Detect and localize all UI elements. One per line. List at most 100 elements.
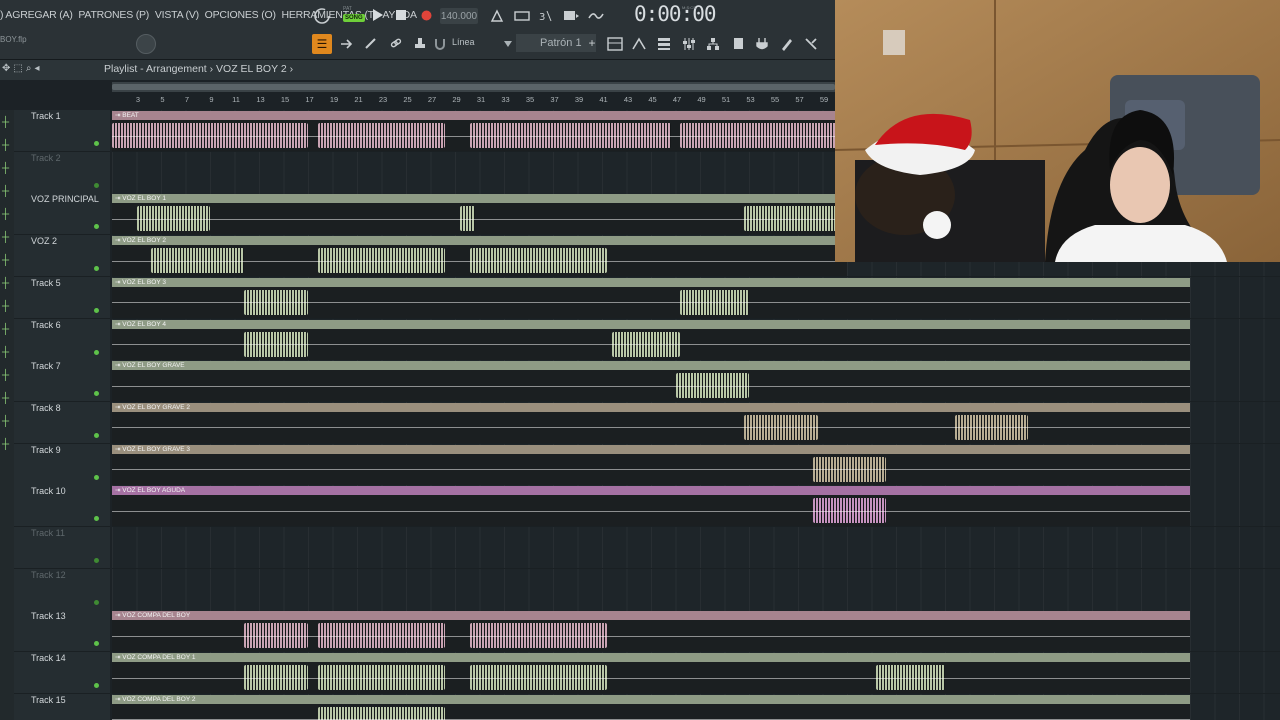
channel-rack-icon[interactable] (606, 36, 624, 52)
audio-clip[interactable]: ⇥ VOZ EL BOY GRAVE 2 (112, 402, 1190, 443)
track-header[interactable]: VOZ PRINCIPAL (14, 193, 110, 236)
track-header[interactable]: Track 6 (14, 318, 110, 361)
audio-clip[interactable]: ⇥ VOZ EL BOY 1 (112, 194, 847, 235)
slice-tool-icon[interactable] (802, 36, 820, 52)
track-name[interactable]: VOZ PRINCIPAL (31, 194, 99, 204)
track-header[interactable]: Track 12 (14, 568, 110, 611)
stamp-icon[interactable] (413, 36, 427, 50)
audio-clip[interactable]: ⇥ VOZ EL BOY 2 (112, 236, 847, 277)
track-mute-led[interactable] (94, 558, 99, 563)
pat-song-toggle[interactable]: PAT SONG (343, 6, 365, 24)
track-header[interactable]: Track 8 (14, 401, 110, 444)
move-icon[interactable]: ✥ (2, 63, 13, 74)
track-lane[interactable]: ⇥ VOZ EL BOY GRAVE 3 (112, 443, 1280, 486)
track-header[interactable]: Track 11 (14, 527, 110, 569)
audio-clip[interactable]: ⇥ VOZ EL BOY 4 (112, 319, 1190, 360)
audio-clip[interactable]: ⇥ VOZ EL BOY GRAVE 3 (112, 444, 1190, 485)
track-header[interactable]: Track 5 (14, 276, 110, 319)
track-name[interactable]: Track 6 (31, 320, 61, 330)
stop-button[interactable] (393, 7, 409, 23)
track-name[interactable]: Track 14 (31, 653, 66, 663)
audio-clip[interactable]: ⇥ VOZ EL BOY 3 (112, 277, 1190, 318)
audio-clip[interactable]: ⇥ BEAT (112, 111, 847, 151)
audio-clip[interactable]: ⇥ VOZ EL BOY AGUDA (112, 486, 1190, 527)
track-lane[interactable]: ⇥ VOZ EL BOY GRAVE (112, 360, 1280, 403)
track-name[interactable]: Track 2 (31, 153, 61, 163)
track-mute-led[interactable] (94, 349, 99, 355)
track-mute-led[interactable] (94, 266, 99, 272)
track-name[interactable]: Track 13 (31, 611, 66, 621)
master-volume-knob[interactable] (136, 34, 156, 54)
track-lane[interactable]: ⇥ VOZ EL BOY GRAVE 2 (112, 401, 1280, 444)
loop-record-icon[interactable] (312, 6, 332, 26)
track-lane[interactable]: ⇥ VOZ EL BOY 4 (112, 318, 1280, 361)
track-name[interactable]: Track 7 (31, 361, 61, 371)
copy-icon[interactable] (729, 36, 747, 52)
track-name[interactable]: Track 11 (31, 528, 65, 538)
menu-vista[interactable]: VISTA (V) (155, 9, 199, 21)
pattern-selector[interactable]: Patrón 1 (516, 34, 596, 52)
metronome-icon[interactable] (488, 8, 506, 24)
track-mute-led[interactable] (94, 474, 99, 480)
piano-roll-icon[interactable] (630, 36, 648, 52)
track-header[interactable]: Track 14 (14, 652, 110, 695)
chevron-down-icon[interactable] (503, 38, 513, 50)
browser-icon[interactable] (655, 36, 673, 52)
track-mute-led[interactable] (94, 683, 99, 689)
track-header[interactable]: Track 9 (14, 443, 110, 486)
select-icon[interactable]: ⬚ (13, 63, 25, 74)
track-mute-led[interactable] (94, 307, 99, 313)
track-header[interactable]: Track 13 (14, 610, 110, 653)
track-name[interactable]: VOZ 2 (31, 236, 57, 246)
track-header[interactable]: Track 1 (14, 110, 110, 152)
track-name[interactable]: Track 8 (31, 403, 61, 413)
track-mute-led[interactable] (94, 182, 99, 188)
arrow-right-icon[interactable] (340, 37, 354, 51)
audio-clip[interactable]: ⇥ VOZ COMPA DEL BOY 1 (112, 653, 1190, 694)
pen-tool-icon[interactable] (778, 36, 796, 52)
track-lane[interactable]: ⇥ VOZ EL BOY 3 (112, 276, 1280, 319)
track-mute-led[interactable] (94, 641, 99, 647)
track-name[interactable]: Track 15 (31, 695, 66, 705)
track-name[interactable]: Track 1 (31, 111, 61, 121)
horizontal-scrollbar[interactable] (112, 82, 835, 92)
track-header[interactable]: Track 15 (14, 693, 110, 720)
countdown-icon[interactable]: 3 (537, 8, 555, 24)
track-header[interactable]: Track 2 (14, 151, 110, 194)
snap-selector[interactable]: Línea (452, 37, 475, 47)
track-mute-led[interactable] (94, 391, 99, 397)
track-lane[interactable]: ⇥ VOZ COMPA DEL BOY (112, 610, 1280, 653)
audio-clip[interactable]: ⇥ VOZ EL BOY GRAVE (112, 361, 1190, 402)
track-mute-led[interactable] (94, 432, 99, 438)
step-edit-icon[interactable] (561, 8, 581, 24)
track-name[interactable]: Track 5 (31, 278, 61, 288)
track-name[interactable]: Track 12 (31, 570, 66, 580)
blend-notes-icon[interactable] (586, 8, 606, 24)
wait-input-icon[interactable] (512, 8, 532, 24)
track-header[interactable]: Track 7 (14, 360, 110, 403)
song-time-display[interactable]: 0:00:00 (634, 2, 717, 26)
track-lane[interactable] (112, 527, 1280, 569)
speaker-icon[interactable]: ◂ (34, 63, 42, 74)
track-name[interactable]: Track 9 (31, 445, 61, 455)
playlist-toggle-icon[interactable]: ☰ (312, 34, 332, 54)
track-name[interactable]: Track 10 (31, 486, 66, 496)
track-mute-led[interactable] (94, 224, 99, 230)
mixer-icon[interactable] (680, 36, 698, 52)
track-header[interactable]: VOZ 2 (14, 235, 110, 278)
menu-agregar[interactable]: ) AGREGAR (A) (0, 9, 73, 21)
track-lane[interactable]: ⇥ VOZ COMPA DEL BOY 2 (112, 693, 1280, 720)
track-header[interactable]: Track 10 (14, 485, 110, 528)
track-lane[interactable] (112, 568, 1280, 611)
add-pattern-icon[interactable]: + (587, 36, 597, 50)
hierarchy-icon[interactable] (704, 36, 722, 52)
track-lane[interactable]: ⇥ VOZ EL BOY AGUDA (112, 485, 1280, 528)
brush-icon[interactable] (364, 36, 378, 50)
plugin-icon[interactable] (753, 36, 771, 52)
scrollbar-thumb[interactable] (112, 84, 835, 90)
play-button[interactable] (370, 7, 386, 23)
menu-opciones[interactable]: OPCIONES (O) (205, 9, 276, 21)
track-mute-led[interactable] (94, 599, 99, 605)
timeline-ruler[interactable]: 3 5 7 9 11 13 15 17 19 21 23 25 27 29 31 33 35 37 39 41 43 45… (112, 95, 835, 109)
link-icon[interactable] (389, 36, 403, 50)
